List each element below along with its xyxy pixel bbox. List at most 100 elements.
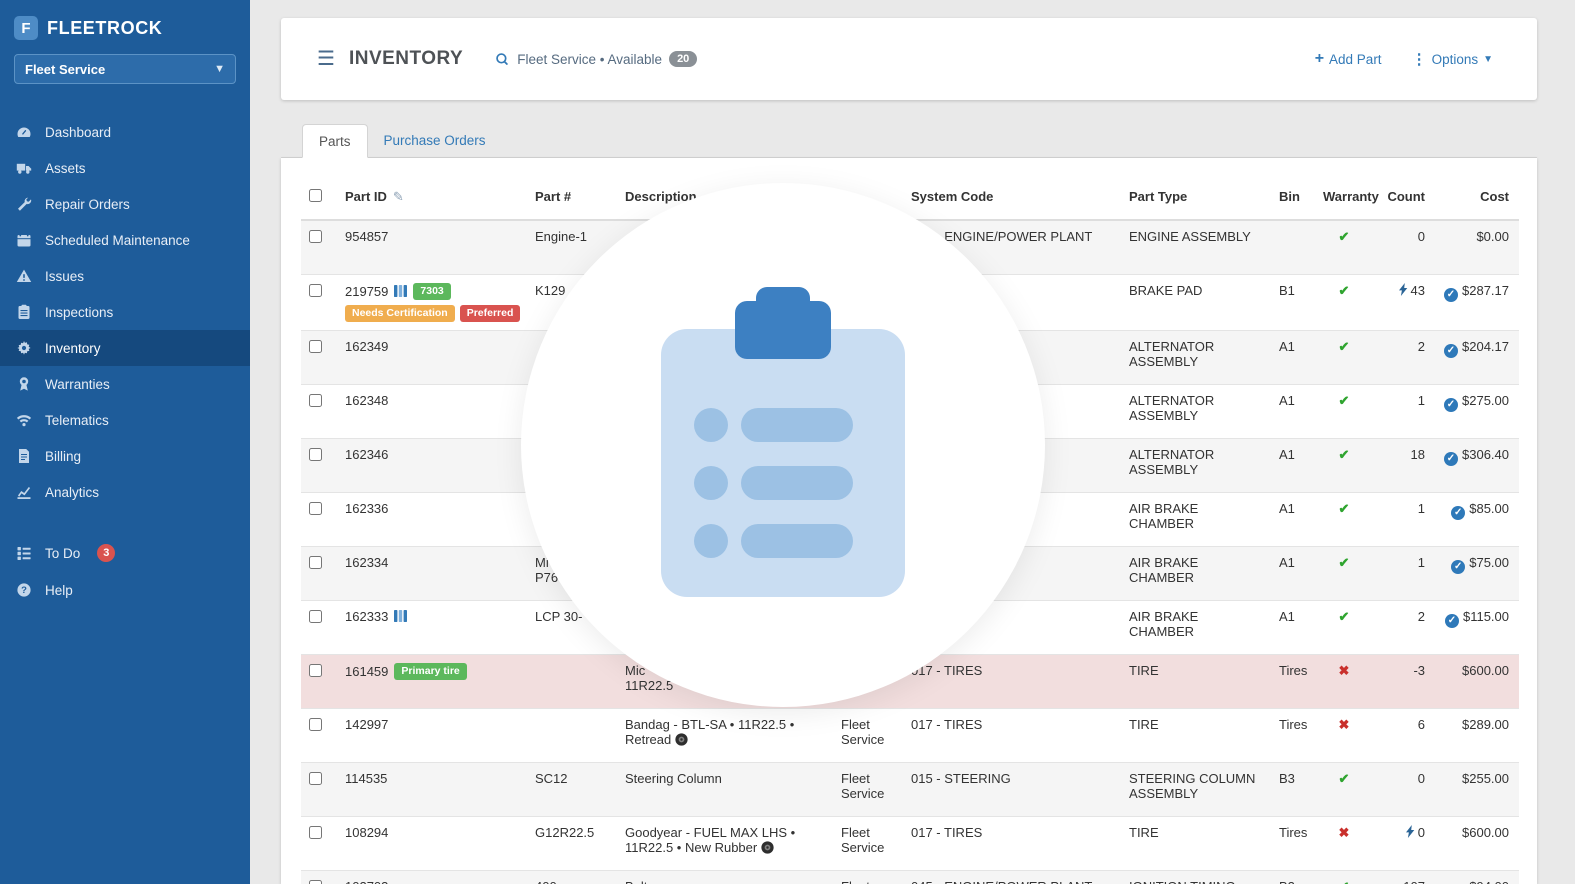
page-header-left: ☰ INVENTORY Fleet Service • Available 20 [317,48,698,70]
edit-column-icon[interactable]: ✎ [393,189,404,204]
select-all-cell [301,178,337,221]
sidebar-item-label: Warranties [45,376,110,392]
tab-purchase-orders[interactable]: Purchase Orders [368,124,502,157]
menu-icon[interactable]: ☰ [317,49,335,69]
sidebar-item-warranties[interactable]: Warranties [0,366,250,402]
row-checkbox[interactable] [309,771,322,785]
row-select-cell [301,545,337,601]
sidebar-item-analytics[interactable]: Analytics [0,474,250,510]
warranty-check-icon: ✔ [1339,879,1350,884]
table-row[interactable]: 142997 Bandag - BTL-SA • 11R22.5 • Retrea… [301,707,1519,763]
sidebar-item-label: Dashboard [45,124,112,140]
row-checkbox[interactable] [309,717,322,731]
cost-cell: ✓ $275.00 [1433,383,1519,439]
select-all-checkbox[interactable] [309,189,322,202]
row-checkbox[interactable] [309,609,322,623]
part-number-cell: 400 [527,869,617,884]
sidebar-item-label: Billing [45,448,82,464]
row-checkbox[interactable] [309,283,322,297]
warranty-check-icon: ✔ [1338,446,1350,462]
bin-cell: A1 [1271,491,1315,547]
part-id-cell: 162334 [337,545,527,601]
count-value: 107 [1403,879,1425,884]
table-row[interactable]: 108294 G12R22.5 Goodyear - FUEL MAX LHS • … [301,815,1519,871]
row-checkbox[interactable] [309,879,322,884]
cost-cell: $255.00 [1433,761,1519,817]
warranty-cell: ✔ [1315,437,1373,493]
row-checkbox[interactable] [309,230,322,243]
stock-levels-icon[interactable] [394,285,408,298]
sidebar-item-billing[interactable]: Billing [0,438,250,474]
row-checkbox[interactable] [309,825,322,839]
sidebar-item-repair-orders[interactable]: Repair Orders [0,186,250,222]
page-header-card: ☰ INVENTORY Fleet Service • Available 20… [281,18,1537,100]
bin-cell: B1 [1271,273,1315,331]
todo-count-badge: 3 [97,544,116,562]
part-id-cell: 162336 [337,491,527,547]
row-checkbox[interactable] [309,339,322,353]
cost-value: $289.00 [1462,716,1509,732]
options-button[interactable]: ⋮ Options ▼ [1412,52,1493,67]
tab-bar: Parts Purchase Orders [281,124,1537,158]
sidebar-item-label: To Do [45,545,81,561]
sidebar-item-telematics[interactable]: Telematics [0,402,250,438]
part-type-cell: ALTERNATOR ASSEMBLY [1121,437,1271,493]
part-type-cell: TIRE [1121,707,1271,763]
count-cell: 6 [1373,707,1433,763]
description-cell: Bandag - BTL-SA • 11R22.5 • Retread [617,707,833,763]
cost-value: $94.00 [1469,879,1509,884]
table-row[interactable]: 114535 SC12 Steering Column Fleet Service 01… [301,761,1519,817]
system-code-cell: 015 - STEERING [903,761,1121,817]
col-part-num: Part # [527,178,617,221]
part-id-value: 954857 [345,229,389,244]
part-id-value: 219759 [345,283,389,299]
cost-cell: ✓ $306.40 [1433,437,1519,493]
cost-value: $204.17 [1462,338,1509,354]
reorder-bolt-icon [1405,824,1418,840]
col-warranty: Warranty [1315,178,1379,221]
sidebar-item-help[interactable]: ? Help [0,572,250,608]
system-code-cell: 017 - TIRES [903,815,1121,871]
count-value: 2 [1417,608,1425,624]
table-row[interactable]: 102703 400BeltFleet Service045 - ENGINE/P… [301,869,1519,884]
part-id-cell: 108294 [337,815,527,871]
add-part-button[interactable]: + Add Part [1315,51,1382,67]
badge-7303: 7303 [413,282,451,300]
row-checkbox[interactable] [309,447,322,461]
sidebar-item-dashboard[interactable]: Dashboard [0,114,250,150]
warranty-cross-icon: ✖ [1338,716,1350,732]
sidebar: F FLEETROCK Fleet Service ▼ Dashboard Ass… [0,0,250,884]
sidebar-item-to-do[interactable]: To Do 3 [0,534,250,572]
clipboard-overlay [521,183,1045,707]
scope-filter[interactable]: Fleet Service • Available 20 [495,51,698,67]
row-select-cell [301,329,337,385]
count-value: 1 [1417,392,1425,408]
stock-levels-icon[interactable] [394,610,408,623]
count-cell: 1 [1373,545,1433,601]
dashboard-icon [16,124,32,140]
warranty-cell: ✔ [1315,383,1373,439]
sidebar-item-assets[interactable]: Assets [0,150,250,186]
count-cell: 0 [1373,815,1433,871]
row-checkbox[interactable] [309,501,322,515]
part-id-value: 162349 [345,338,389,354]
cost-verified-icon: ✓ [1444,613,1459,628]
row-checkbox[interactable] [309,393,322,407]
sidebar-item-inventory[interactable]: Inventory [0,330,250,366]
tab-parts[interactable]: Parts [302,124,368,158]
cost-cell: $600.00 [1433,653,1519,709]
col-count: Count [1373,178,1433,221]
part-id-cell: 162346 [337,437,527,493]
part-id-value: 162346 [345,446,389,462]
sidebar-item-inspections[interactable]: Inspections [0,294,250,330]
row-checkbox[interactable] [309,663,322,677]
count-value: 0 [1417,824,1425,840]
org-selector[interactable]: Fleet Service ▼ [14,54,236,84]
sidebar-item-issues[interactable]: Issues [0,258,250,294]
sidebar-item-scheduled-maintenance[interactable]: Scheduled Maintenance [0,222,250,258]
tire-icon [757,840,774,855]
row-checkbox[interactable] [309,555,322,569]
warranty-check-icon: ✔ [1338,392,1350,408]
col-part-type: Part Type [1121,178,1271,221]
cost-cell: $0.00 [1433,219,1519,274]
